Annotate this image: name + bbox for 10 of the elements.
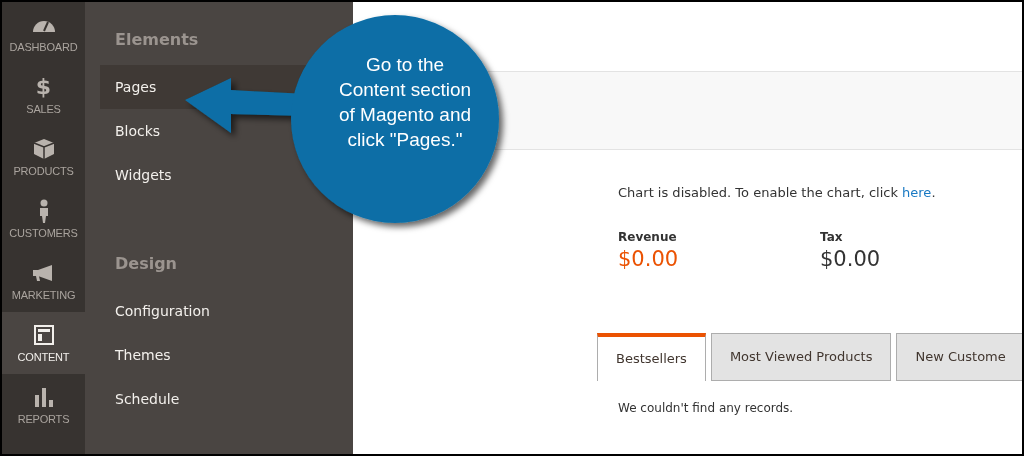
total-label: Tax: [820, 230, 843, 244]
dollar-icon: $: [35, 75, 52, 99]
section-heading: Elements: [115, 29, 200, 51]
total-amount: $0.00: [618, 247, 679, 271]
callout-text: Go to the Content section of Magento and click "Pages.": [337, 53, 472, 152]
total-label: Revenue: [618, 230, 677, 244]
empty-message: We couldn't find any records.: [618, 401, 794, 415]
section-heading: Design: [115, 253, 178, 275]
chart-notice: Chart is disabled. To enable the chart, click here.: [618, 185, 937, 200]
total-amount: $0.00: [820, 247, 881, 271]
